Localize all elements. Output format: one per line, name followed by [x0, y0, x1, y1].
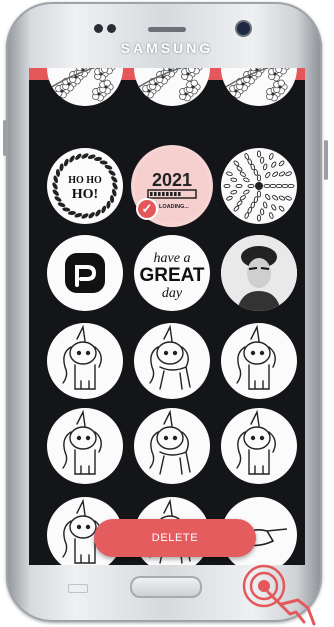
sticker-ho-ho-ho-wreath[interactable]: HO HO HO! [47, 148, 123, 224]
volume-key [3, 120, 7, 156]
power-key [324, 140, 328, 180]
screen: HO HO HO! 2021 LOADING... ✓ have a GREAT day DE… [29, 68, 305, 565]
sticker-text: have a [154, 251, 191, 266]
sensor-icon [94, 24, 103, 33]
home-button[interactable] [130, 576, 202, 598]
sticker-unicorn-standing[interactable] [221, 323, 297, 399]
tap-gesture-icon [242, 564, 316, 626]
sticker-cherry-blossom-center[interactable] [134, 68, 210, 106]
sticker-text: GREAT [139, 265, 204, 286]
sticker-unicorn-sitting[interactable] [47, 323, 123, 399]
sticker-p-logo[interactable] [47, 235, 123, 311]
sticker-text: LOADING... [159, 204, 189, 210]
sticker-text: HO HO [68, 175, 102, 186]
delete-button[interactable]: DELETE [94, 519, 256, 557]
sticker-text: 2021 [152, 170, 192, 190]
sticker-frida-portrait[interactable] [221, 235, 297, 311]
sticker-text: day [162, 286, 183, 301]
sticker-have-a-great-day[interactable]: have a GREAT day [134, 235, 210, 311]
sticker-cherry-blossom-right[interactable] [221, 68, 297, 106]
sticker-cherry-blossom-left[interactable] [47, 68, 123, 106]
sticker-unicorn-jumping[interactable] [221, 408, 297, 484]
brand-logo: SAMSUNG [120, 40, 214, 56]
sticker-unicorn-mane[interactable] [134, 408, 210, 484]
sticker-text: HO! [72, 187, 98, 202]
recent-apps-key[interactable] [68, 584, 88, 593]
sticker-unicorn-head[interactable] [47, 408, 123, 484]
earpiece [148, 27, 186, 32]
sensor-icon [107, 24, 116, 33]
sticker-unicorn-galloping[interactable] [134, 323, 210, 399]
sticker-mandala[interactable] [221, 148, 297, 224]
selected-check-icon: ✓ [136, 198, 158, 220]
front-camera-icon [237, 22, 250, 35]
